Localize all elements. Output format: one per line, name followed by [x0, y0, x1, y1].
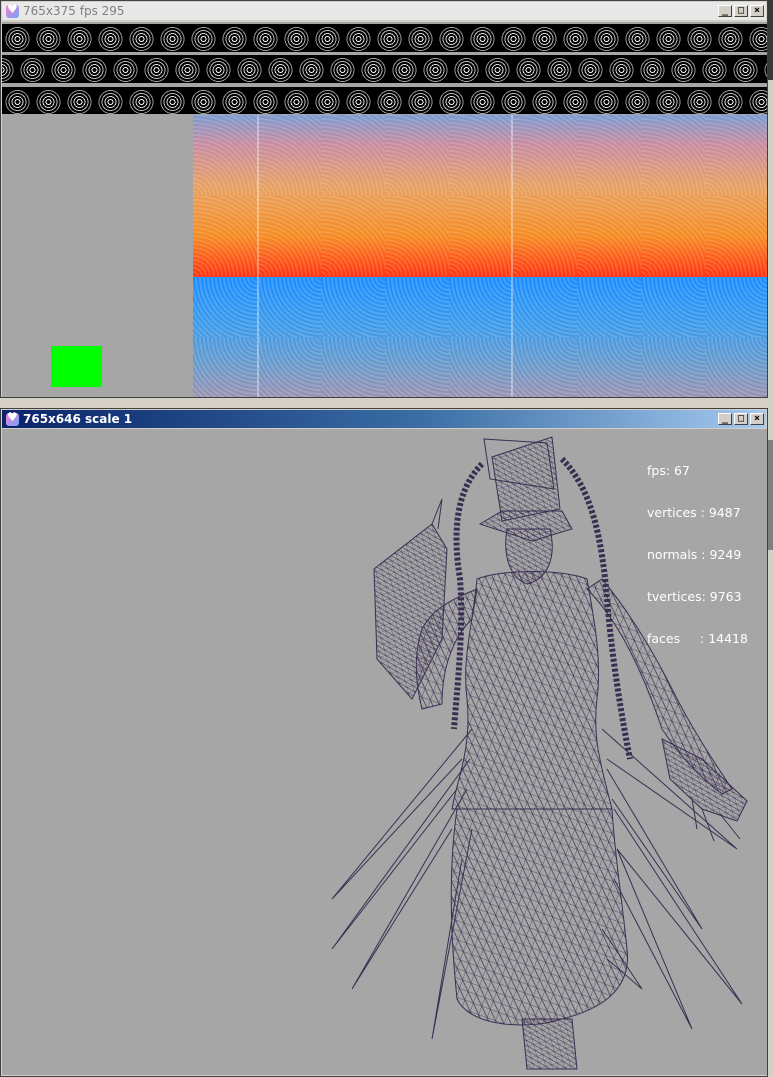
faces-stat: faces : 14418	[647, 631, 748, 646]
minimize-button[interactable]: _	[718, 5, 732, 17]
texture-window-title: 765x375 fps 295	[23, 4, 125, 18]
texture-seam	[511, 115, 513, 397]
texture-window: 765x375 fps 295 _ □ ×	[0, 0, 768, 398]
green-marker-square	[51, 346, 102, 387]
maximize-button[interactable]: □	[734, 5, 748, 17]
texture-window-titlebar[interactable]: 765x375 fps 295 _ □ ×	[2, 2, 766, 20]
texture-canvas	[2, 22, 767, 397]
background-window-edge	[768, 0, 773, 80]
warm-gradient-texture	[193, 115, 767, 277]
background-window-edge	[768, 440, 773, 550]
app-heart-icon[interactable]	[6, 2, 19, 18]
tvertices-stat: tvertices: 9763	[647, 589, 742, 604]
fps-stat: fps: 67	[647, 463, 690, 478]
close-button[interactable]: ×	[750, 5, 764, 17]
circle-pattern-row-2	[2, 55, 767, 83]
render-viewport[interactable]: fps: 67 vertices : 9487 normals : 9249 t…	[2, 429, 767, 1075]
circle-pattern-row-3	[2, 87, 767, 114]
model-viewer-title: 765x646 scale 1	[23, 412, 133, 426]
app-heart-icon[interactable]	[6, 410, 19, 426]
maximize-button[interactable]: □	[734, 413, 748, 425]
cool-gradient-texture	[193, 277, 767, 397]
minimize-button[interactable]: _	[718, 413, 732, 425]
texture-seam	[257, 115, 259, 397]
model-viewer-titlebar[interactable]: 765x646 scale 1 _ □ ×	[2, 410, 766, 428]
close-button[interactable]: ×	[750, 413, 764, 425]
normals-stat: normals : 9249	[647, 547, 742, 562]
render-stats-overlay: fps: 67 vertices : 9487 normals : 9249 t…	[647, 436, 748, 674]
gradient-texture	[193, 115, 767, 397]
circle-pattern-row-1	[2, 24, 767, 52]
model-viewer-window: 765x646 scale 1 _ □ ×	[0, 408, 768, 1077]
vertices-stat: vertices : 9487	[647, 505, 741, 520]
